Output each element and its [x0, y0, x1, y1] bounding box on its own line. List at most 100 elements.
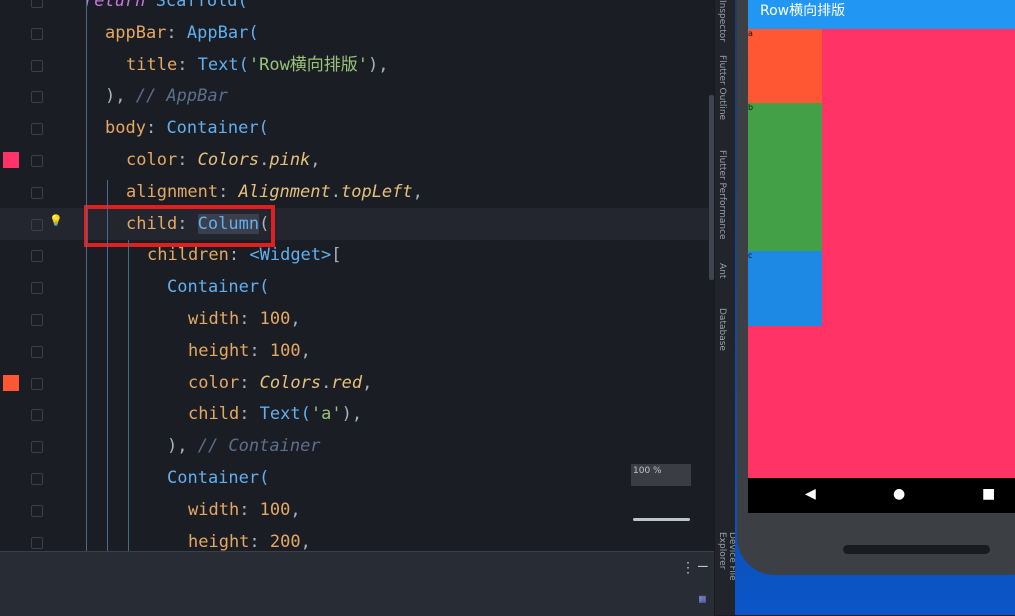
- fold-marker-icon[interactable]: [31, 345, 43, 358]
- code-line[interactable]: body: Container(: [0, 112, 714, 144]
- fold-marker-icon[interactable]: [31, 377, 43, 390]
- fold-marker-icon[interactable]: [31, 59, 43, 72]
- fold-marker-icon[interactable]: [31, 91, 43, 104]
- code-token: height: [188, 340, 250, 361]
- code-editor[interactable]: return Scaffold(appBar: AppBar(title: Te…: [0, 0, 714, 551]
- fold-marker-icon[interactable]: [31, 27, 43, 40]
- tab-device-file-explorer[interactable]: Device File Explorer: [717, 532, 737, 615]
- fold-marker-icon[interactable]: [31, 441, 43, 454]
- fold-marker-icon[interactable]: [31, 0, 43, 8]
- tab-inspector[interactable]: Inspector: [717, 0, 727, 42]
- code-token: AppBar(: [186, 22, 259, 43]
- code-token: Container(: [167, 468, 270, 488]
- indent-guide: [107, 180, 108, 551]
- code-token: Alignment: [238, 181, 331, 202]
- code-token: appBar: [105, 22, 167, 43]
- code-token: 100: [269, 340, 301, 361]
- code-token: topLeft: [340, 181, 413, 202]
- code-token: ),: [105, 86, 136, 107]
- fold-marker-icon[interactable]: [31, 282, 43, 295]
- code-token: :: [239, 372, 260, 393]
- bottom-toolbar: ⋮ – ▦: [0, 551, 714, 616]
- code-line[interactable]: title: Text('Row横向排版'),: [0, 49, 714, 81]
- minimize-icon[interactable]: –: [698, 556, 708, 575]
- code-token: :: [177, 54, 198, 75]
- phone-screen[interactable]: Row横向排版 a b c: [748, 0, 1015, 478]
- tab-flutter-performance[interactable]: Flutter Performance: [717, 150, 727, 240]
- code-token: .: [321, 372, 332, 393]
- code-token: color: [188, 372, 240, 393]
- fold-marker-icon[interactable]: [31, 250, 43, 263]
- container-b: b: [748, 103, 822, 251]
- code-token: 'a': [310, 404, 342, 425]
- container-a: a: [748, 29, 822, 103]
- zoom-level-badge[interactable]: 100 %: [631, 464, 691, 486]
- container-a-label: a: [748, 29, 753, 38]
- code-token: body: [105, 118, 146, 139]
- code-token: [: [331, 245, 342, 266]
- code-token: :: [228, 245, 250, 266]
- container-b-label: b: [748, 103, 754, 112]
- code-token: 200: [269, 531, 301, 551]
- app-bar: Row横向排版: [748, 0, 1015, 29]
- fold-marker-icon[interactable]: [31, 536, 43, 549]
- code-token: width: [188, 499, 240, 520]
- code-token: :: [218, 181, 239, 202]
- code-token: pink: [269, 150, 311, 170]
- container-c: c: [748, 251, 822, 326]
- tab-ant[interactable]: Ant: [717, 263, 727, 278]
- annotation-highlight-box: [84, 205, 275, 247]
- code-token: Container(: [167, 277, 270, 298]
- code-token: 'Row横向排版': [248, 54, 369, 75]
- layout-icon[interactable]: ▦: [699, 592, 706, 605]
- code-token: :: [177, 150, 198, 170]
- code-line[interactable]: appBar: AppBar(: [0, 17, 714, 49]
- code-token: // Container: [197, 436, 321, 457]
- code-token: .: [330, 181, 341, 202]
- more-options-icon[interactable]: ⋮: [681, 560, 695, 576]
- code-token: 100: [259, 499, 291, 520]
- code-token: ,: [310, 150, 321, 170]
- code-token: .: [259, 150, 270, 170]
- color-swatch-icon[interactable]: [3, 374, 19, 391]
- fold-marker-icon[interactable]: [31, 155, 43, 167]
- code-token: :: [166, 22, 187, 43]
- fold-marker-icon[interactable]: [31, 504, 43, 517]
- code-line[interactable]: return Scaffold(: [0, 0, 714, 17]
- fold-marker-icon[interactable]: [31, 314, 43, 326]
- fold-marker-icon[interactable]: [31, 186, 43, 199]
- fold-marker-icon[interactable]: [31, 473, 43, 485]
- code-token: ),: [341, 404, 363, 425]
- container-c-label: c: [748, 251, 753, 260]
- home-button[interactable]: ●: [893, 486, 905, 502]
- code-token: width: [188, 309, 240, 329]
- zoom-slider[interactable]: [633, 518, 690, 521]
- code-token: :: [145, 118, 167, 139]
- code-token: ,: [300, 531, 311, 551]
- code-token: :: [239, 404, 260, 425]
- code-token: Colors: [259, 372, 322, 393]
- lightbulb-icon[interactable]: 💡: [49, 214, 63, 227]
- code-line[interactable]: color: Colors.pink,: [0, 144, 714, 176]
- code-token: ,: [362, 372, 373, 393]
- code-token: Container(: [166, 118, 269, 139]
- fold-marker-icon[interactable]: [31, 409, 43, 422]
- fold-marker-icon[interactable]: [31, 123, 43, 136]
- code-token: child: [188, 404, 240, 425]
- code-token: ,: [290, 309, 301, 329]
- code-token: :: [239, 499, 260, 520]
- tab-flutter-outline[interactable]: Flutter Outline: [717, 55, 727, 120]
- code-token: ,: [412, 181, 423, 202]
- code-token: Colors: [197, 150, 260, 170]
- fold-marker-icon[interactable]: [31, 218, 43, 231]
- code-token: children: [147, 245, 229, 266]
- code-line[interactable]: ), // AppBar: [0, 80, 714, 112]
- tab-database[interactable]: Database: [717, 308, 727, 351]
- recents-button[interactable]: ■: [982, 486, 995, 502]
- color-swatch-icon[interactable]: [3, 152, 19, 168]
- back-button[interactable]: ◀: [805, 486, 816, 502]
- tool-window-strip: Inspector Flutter Outline Flutter Perfor…: [714, 0, 737, 615]
- code-token: Text(: [197, 54, 249, 75]
- code-token: 100: [259, 309, 291, 329]
- code-token: // AppBar: [135, 86, 228, 107]
